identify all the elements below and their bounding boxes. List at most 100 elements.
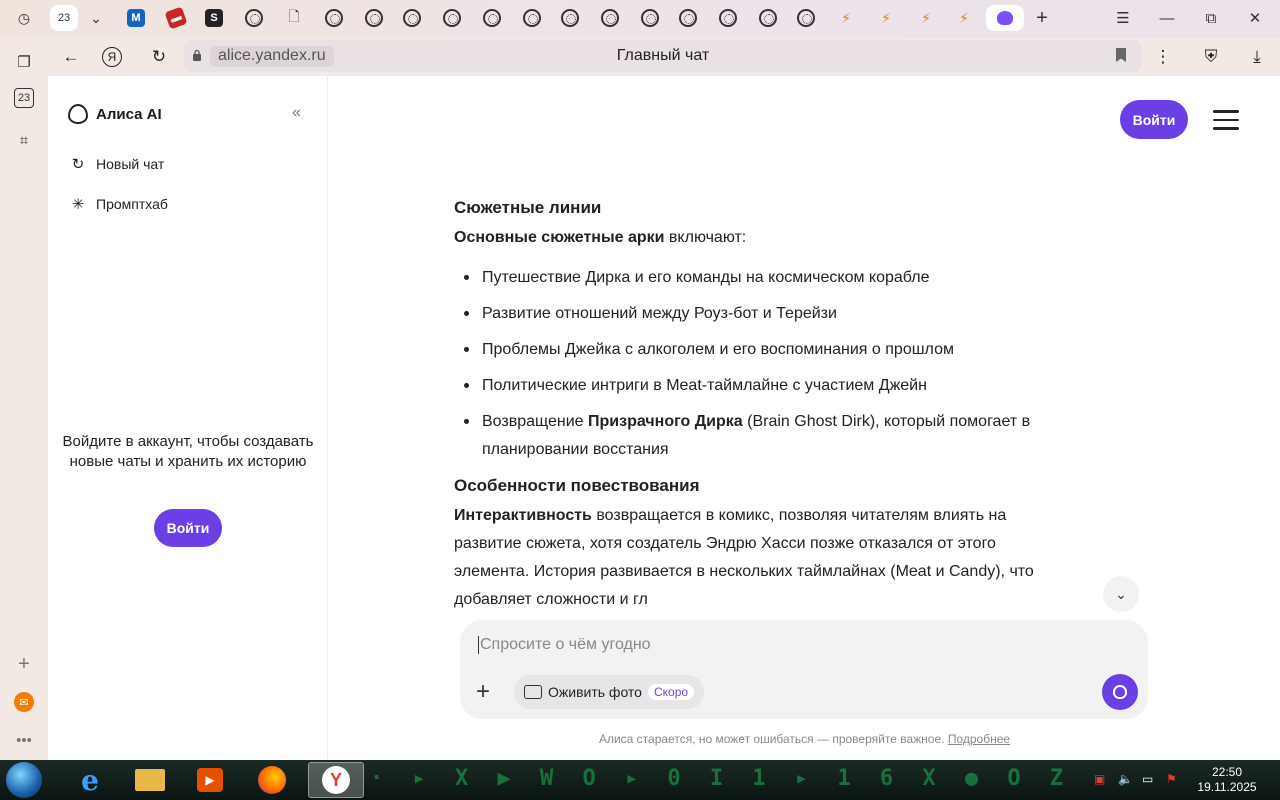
- clock-date: 19.11.2025: [1197, 780, 1257, 794]
- tab-brain-11[interactable]: [674, 5, 702, 31]
- tab-lightning-2[interactable]: ⚡: [872, 5, 900, 31]
- tab-alice-active[interactable]: [986, 5, 1024, 31]
- close-icon[interactable]: ✕: [1240, 6, 1270, 30]
- intro-paragraph: Основные сюжетные арки включают:: [454, 224, 1074, 252]
- protect-shield-icon[interactable]: ⛨: [1198, 44, 1224, 70]
- tab-lightning-4[interactable]: ⚡: [950, 5, 978, 31]
- alice-favicon-icon: [997, 11, 1013, 25]
- narrative-paragraph: Интерактивность возвращается в комикс, п…: [454, 502, 1074, 614]
- tab-m[interactable]: M: [122, 5, 150, 31]
- list-item: Возвращение Призрачного Дирка (Brain Gho…: [454, 408, 1074, 464]
- animate-photo-chip[interactable]: Оживить фото Скоро: [514, 675, 705, 709]
- tab-brain-7[interactable]: [518, 5, 546, 31]
- tab-brain-14[interactable]: [792, 5, 820, 31]
- address-bar[interactable]: alice.yandex.ru Главный чат: [184, 40, 1142, 72]
- clock-time: 22:50: [1211, 765, 1243, 779]
- media-player-taskbar-icon[interactable]: ▶: [182, 762, 238, 798]
- hamburger-menu-icon[interactable]: [1213, 110, 1239, 130]
- brain-favicon-icon: [641, 9, 659, 27]
- brand[interactable]: Алиса AI: [68, 104, 162, 124]
- minimize-icon[interactable]: —: [1152, 6, 1182, 30]
- downloads-icon[interactable]: ⤓: [1244, 44, 1270, 70]
- antivirus-tray-icon[interactable]: ▣: [1094, 772, 1110, 788]
- message-input[interactable]: Спросите о чём угодно: [478, 636, 651, 654]
- explorer-taskbar-icon[interactable]: [122, 762, 178, 798]
- chat-sidebar: Алиса AI « ↻ Новый чат ✳ Промптхаб Войди…: [48, 76, 328, 760]
- start-button[interactable]: [6, 762, 42, 798]
- tab-lightning-3[interactable]: ⚡: [912, 5, 940, 31]
- tab-brain-12[interactable]: [714, 5, 742, 31]
- menu-icon[interactable]: ☰: [1108, 6, 1138, 30]
- brain-favicon-icon: [483, 9, 501, 27]
- sidebar-item-label: Новый чат: [96, 156, 165, 172]
- reload-icon[interactable]: ↻: [146, 44, 172, 70]
- calendar-icon[interactable]: 23: [14, 88, 34, 108]
- tab-brain-4[interactable]: [398, 5, 426, 31]
- tab-counter[interactable]: 23: [50, 5, 78, 31]
- new-tab-plus-icon[interactable]: +: [1028, 5, 1056, 31]
- yandex-icon[interactable]: Я: [102, 47, 122, 67]
- collections-icon[interactable]: ❐: [12, 50, 36, 74]
- volume-tray-icon[interactable]: 🔈: [1118, 772, 1134, 788]
- send-alice-button[interactable]: [1102, 674, 1138, 710]
- tab-brain-13[interactable]: [754, 5, 782, 31]
- wallpaper-glyphs: · ▸ X ▶ W O ▸ 0 I 1 ▸ 1 6 X ● O Z: [370, 766, 1072, 791]
- attach-plus-icon[interactable]: +: [476, 678, 490, 706]
- brain-favicon-icon: [325, 9, 343, 27]
- disclaimer: Алиса старается, но может ошибаться — пр…: [329, 732, 1280, 746]
- network-tray-icon[interactable]: ▭: [1142, 772, 1158, 788]
- restore-icon[interactable]: ⧉: [1196, 6, 1226, 30]
- tab-red[interactable]: ▬: [162, 5, 190, 31]
- list-item: Проблемы Джейка с алкоголем и его воспом…: [454, 336, 1074, 364]
- page-content: Алиса AI « ↻ Новый чат ✳ Промптхаб Войди…: [48, 76, 1280, 760]
- tab-brain-5[interactable]: [438, 5, 466, 31]
- tab-brain-1[interactable]: [240, 5, 268, 31]
- clock[interactable]: 22:50 19.11.2025: [1188, 765, 1266, 795]
- sidebar-item-prompthub[interactable]: ✳ Промптхаб: [68, 194, 168, 214]
- history-icon[interactable]: ◷: [10, 5, 38, 31]
- back-arrow-icon[interactable]: ←: [58, 44, 84, 70]
- alice-send-icon: [1113, 685, 1127, 699]
- tab-brain-6[interactable]: [478, 5, 506, 31]
- tab-brain-10[interactable]: [636, 5, 664, 31]
- tab-document[interactable]: 🗋: [280, 5, 308, 31]
- message-composer[interactable]: Спросите о чём угодно + Оживить фото Ско…: [460, 620, 1148, 719]
- mail-icon[interactable]: ✉: [12, 690, 36, 714]
- yandex-browser-taskbar-icon[interactable]: Y: [308, 762, 364, 798]
- tab-brain-9[interactable]: [596, 5, 624, 31]
- tab-lightning-1[interactable]: ⚡: [832, 5, 860, 31]
- brain-favicon-icon: [759, 9, 777, 27]
- more-vertical-icon[interactable]: ⋮: [1150, 44, 1176, 70]
- ie-taskbar-icon[interactable]: e: [62, 762, 118, 798]
- sidebar-item-new-chat[interactable]: ↻ Новый чат: [68, 154, 165, 174]
- sparkle-icon: ✳: [71, 196, 85, 213]
- s-favicon-icon: S: [205, 9, 223, 27]
- section-title-narrative: Особенности повествования: [454, 476, 700, 495]
- taskbar: · ▸ X ▶ W O ▸ 0 I 1 ▸ 1 6 X ● O Z e ▶ Y …: [0, 760, 1280, 800]
- tab-brain-3[interactable]: [360, 5, 388, 31]
- scroll-down-chevron-icon[interactable]: ⌄: [1103, 576, 1139, 612]
- plot-list: Путешествие Дирка и его команды на косми…: [454, 264, 1074, 464]
- chip-label: Оживить фото: [548, 684, 642, 700]
- tab-s[interactable]: S: [200, 5, 228, 31]
- collapse-sidebar-icon[interactable]: «: [292, 104, 301, 122]
- tab-list-chevron-icon[interactable]: ⌄: [82, 5, 110, 31]
- brain-favicon-icon: [679, 9, 697, 27]
- page-title: Главный чат: [616, 47, 710, 64]
- tab-brain-8[interactable]: [556, 5, 584, 31]
- brain-favicon-icon: [523, 9, 541, 27]
- tab-brain-2[interactable]: [320, 5, 348, 31]
- more-info-link[interactable]: Подробнее: [948, 732, 1010, 746]
- firefox-taskbar-icon[interactable]: [244, 762, 300, 798]
- brain-favicon-icon: [443, 9, 461, 27]
- header-login-button[interactable]: Войти: [1120, 100, 1188, 139]
- more-icon[interactable]: •••: [12, 728, 36, 752]
- brain-favicon-icon: [601, 9, 619, 27]
- add-panel-icon[interactable]: +: [12, 652, 36, 676]
- screenshot-icon[interactable]: ⌗: [12, 128, 36, 152]
- intro-rest: включают:: [664, 229, 747, 246]
- flag-tray-icon[interactable]: ⚑: [1166, 772, 1182, 788]
- sidebar-login-button[interactable]: Войти: [154, 509, 222, 547]
- lightning-icon: ⚡: [959, 9, 969, 26]
- browser-sidebar: ❐ 23 ⌗ + ✉ •••: [0, 38, 48, 760]
